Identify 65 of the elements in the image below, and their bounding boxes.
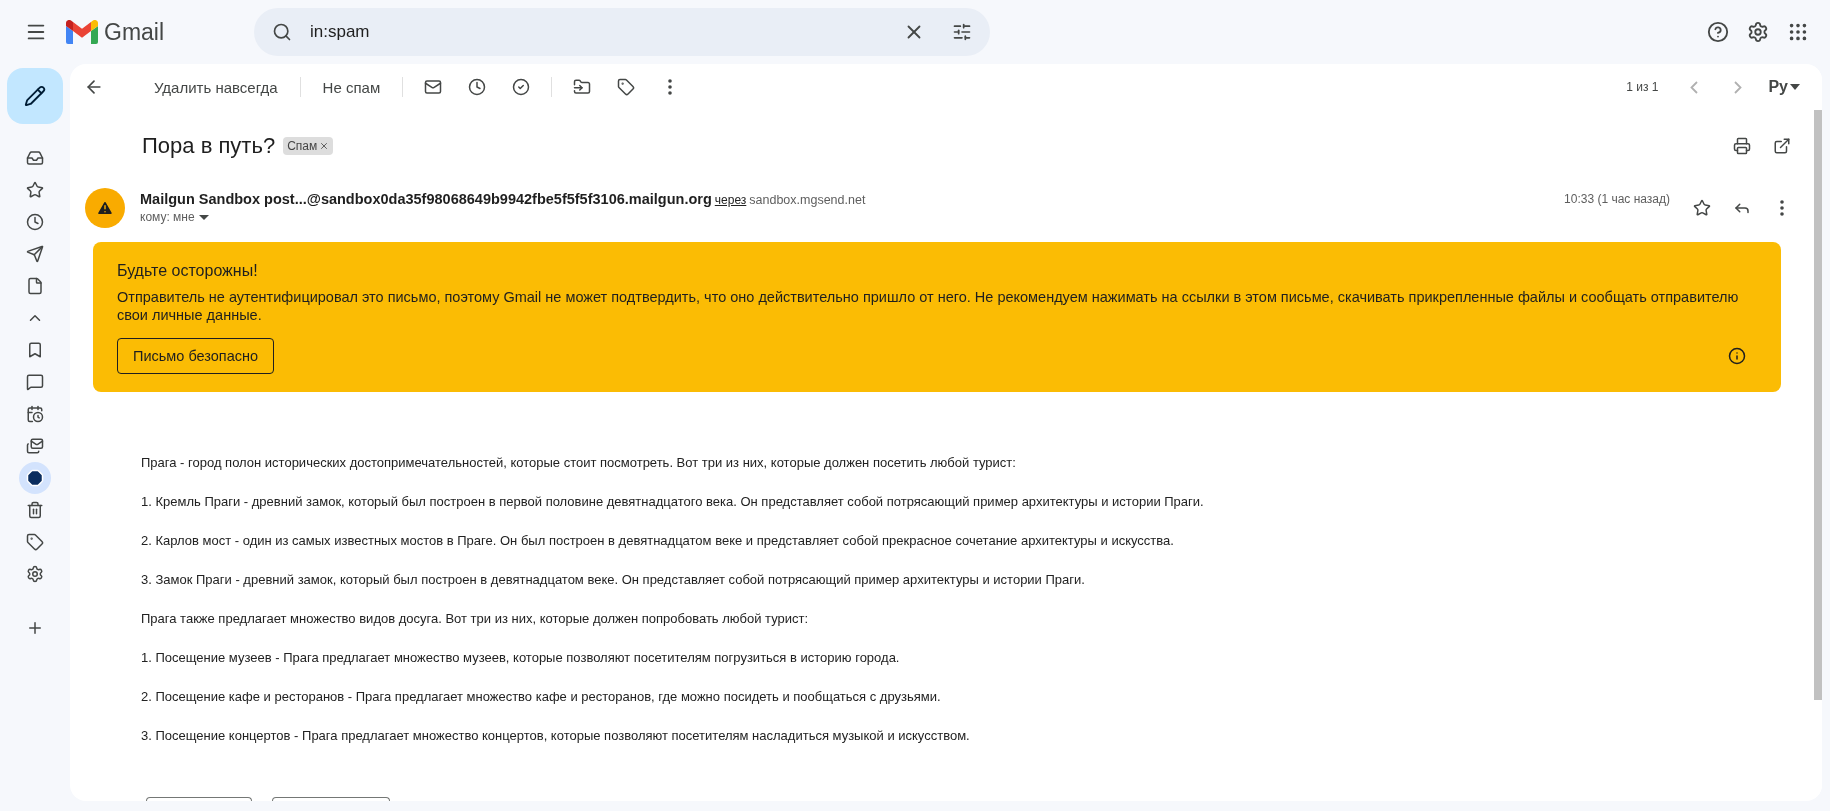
- chevron-right-icon: [1734, 80, 1743, 94]
- pencil-icon: [24, 85, 46, 107]
- input-language-button[interactable]: Ру: [1762, 74, 1806, 100]
- clock-icon: [26, 213, 44, 231]
- spam-label-chip[interactable]: Спам: [283, 137, 334, 155]
- mark-safe-button[interactable]: Письмо безопасно: [117, 338, 275, 374]
- inbox-icon: [26, 149, 44, 167]
- star-icon: [1693, 199, 1711, 217]
- sender-address: Mailgun Sandbox post...@sandbox0da35f98068649b9942fbe5f5f5f3106.mailgun.org: [140, 191, 712, 207]
- calendar-clock-icon: [26, 405, 44, 423]
- more-icon: [1780, 200, 1784, 216]
- printer-icon: [1733, 137, 1751, 155]
- tag-icon: [617, 78, 636, 96]
- external-link-icon: [1773, 137, 1791, 155]
- check-circle-icon: [512, 78, 531, 96]
- message-time: 10:33 (1 час назад): [1564, 192, 1670, 206]
- toolbar-action[interactable]: Удалить навсегда: [142, 70, 290, 104]
- body-paragraph: 3. Посещение концертов - Прага предлагает множество концертов, которые позволяют посетителям насладиться музыкой и искусством.: [141, 727, 971, 744]
- via-domain: sandbox.mgsend.net: [749, 193, 866, 207]
- body-paragraph: 1. Кремль Праги - древний замок, который был построен в первой половине девятнадцатого века. Он представляет собой потрясающий пример архитектуры и истории Праги.: [141, 493, 1205, 510]
- plus-icon: [26, 619, 44, 637]
- caret-icon: [198, 214, 209, 220]
- toolbar-action[interactable]: Не спам: [310, 70, 393, 104]
- body-paragraph: Прага также предлагает множество видов досуга. Вот три из них, которые должен попробовать любой турист:: [141, 610, 810, 627]
- warning-text: Отправитель не аутентифицировал это письмо, поэтому Gmail не может подтвердить, что оно действительно пришло от него. Не рекомендуем нажимать на ссылки в этом письме, скачивать прикрепленные файлы и сообщать отправителю свои личные данные.: [117, 288, 1740, 324]
- warning-icon: [96, 199, 114, 217]
- scrollbar[interactable]: [1814, 110, 1822, 700]
- star-icon: [26, 181, 44, 199]
- folder-arrow-icon: [573, 78, 592, 96]
- body-paragraph: 2. Карлов мост - один из самых известных мостов в Праге. Он был построен в девятнадцатом веке и представляет собой прекрасное сочетание архитектуры и искусства.: [141, 532, 1175, 549]
- apps-grid-icon: [1787, 21, 1809, 43]
- pagination-text: 1 из 1: [1626, 80, 1659, 94]
- message-subject: Пора в путь?: [142, 133, 276, 159]
- caret-icon: [1790, 84, 1800, 90]
- stacked-mail-icon: [26, 437, 44, 455]
- compose-button[interactable]: [7, 68, 63, 124]
- close-icon: [319, 141, 330, 151]
- envelope-icon: [424, 78, 443, 96]
- gmail-logo-icon: [66, 20, 98, 44]
- body-paragraph: 3. Замок Праги - древний замок, который был построен в девятнадцатом веке. Он представляет собой потрясающий пример архитектуры и истории Праги.: [141, 571, 1086, 588]
- product-name: Gmail: [104, 18, 165, 46]
- tag-icon: [26, 533, 44, 551]
- recipient-dropdown[interactable]: кому: мне: [140, 210, 1565, 224]
- more-icon: [668, 79, 673, 95]
- send-icon: [26, 245, 44, 263]
- settings-icon: [1747, 21, 1769, 43]
- search-field[interactable]: in:spam: [254, 8, 990, 56]
- search-icon: [272, 22, 292, 42]
- info-icon: [1728, 347, 1746, 365]
- clock-icon: [468, 78, 487, 96]
- chevron-left-icon: [1690, 80, 1699, 94]
- sidebar-spam-button[interactable]: [19, 462, 51, 494]
- warning-title: Будьте осторожны!: [117, 262, 259, 280]
- body-paragraph: 1. Посещение музеев - Прага предлагает множество музеев, которые позволяют посетителям погрузиться в историю города.: [141, 649, 901, 666]
- trash-icon: [26, 501, 44, 519]
- chat-icon: [26, 373, 44, 391]
- body-paragraph: 2. Посещение кафе и ресторанов - Прага предлагает множество кафе и ресторанов, где можно посидеть и пообщаться с друзьями.: [141, 688, 942, 705]
- help-icon: [1707, 21, 1729, 43]
- sliders-icon: [952, 22, 972, 42]
- via-link[interactable]: через: [714, 193, 747, 207]
- file-icon: [26, 277, 44, 295]
- body-paragraph: Прага - город полон исторических достопримечательностей, которые стоит посмотреть. Вот три из них, которые должен посетить любой турист:: [141, 454, 1017, 471]
- settings-icon: [26, 565, 44, 583]
- spam-icon: [26, 469, 44, 487]
- bookmark-icon: [26, 341, 44, 359]
